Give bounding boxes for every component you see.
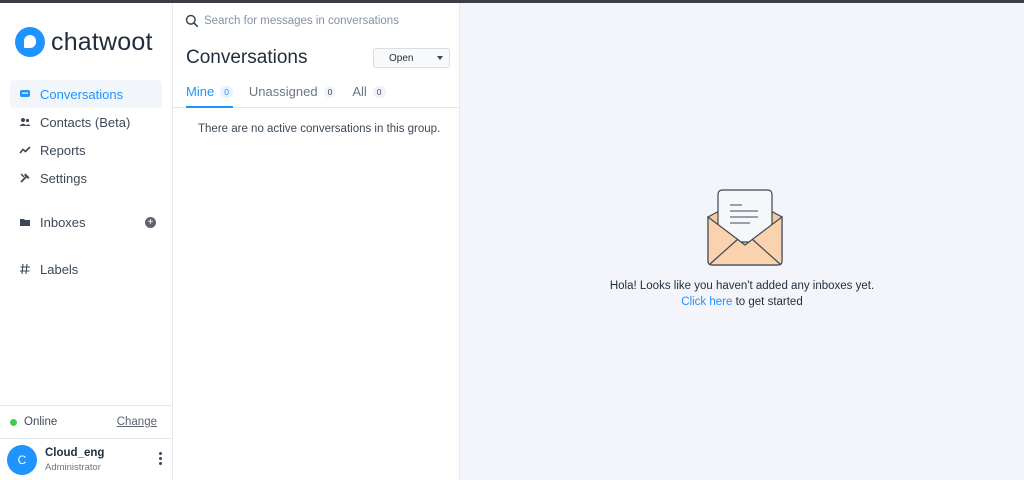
- conversation-list-panel: Conversations Open Mine 0 Unassigned 0 A…: [173, 3, 460, 480]
- tab-all[interactable]: All 0: [352, 80, 386, 108]
- more-options-icon[interactable]: [158, 452, 162, 467]
- chat-icon: [18, 87, 32, 101]
- sidebar-item-label: Reports: [40, 142, 86, 158]
- brand-name: chatwoot: [51, 27, 153, 56]
- availability-status: Online Change: [0, 405, 172, 438]
- status-filter-select[interactable]: Open: [373, 48, 450, 68]
- profile-role: Administrator: [45, 461, 101, 473]
- sidebar-item-settings[interactable]: Settings: [10, 164, 162, 192]
- sidebar: chatwoot Conversations Contacts (Beta) R…: [0, 3, 173, 480]
- online-dot-icon: [10, 418, 17, 426]
- sidebar-item-labels[interactable]: Labels: [10, 256, 78, 282]
- search-input[interactable]: [204, 15, 434, 27]
- folder-icon: [18, 215, 32, 229]
- sidebar-item-label: Conversations: [40, 86, 124, 102]
- search-bar[interactable]: [185, 14, 434, 28]
- tab-label: Mine: [186, 84, 215, 99]
- sidebar-item-contacts[interactable]: Contacts (Beta): [10, 108, 162, 136]
- avatar[interactable]: C: [7, 444, 37, 475]
- contacts-icon: [18, 115, 32, 129]
- plus-icon: +: [147, 216, 154, 228]
- sidebar-item-label: Contacts (Beta): [40, 114, 131, 130]
- hash-icon: [18, 262, 32, 276]
- page-title: Conversations: [186, 47, 308, 68]
- sidebar-item-reports[interactable]: Reports: [10, 136, 162, 164]
- chevron-down-icon: [437, 56, 443, 60]
- profile-name: Cloud_eng: [45, 446, 105, 459]
- tab-count-badge: 0: [220, 86, 233, 98]
- sidebar-item-label: Settings: [40, 170, 87, 186]
- status-filter-value: Open: [389, 52, 414, 64]
- chatwoot-logo-icon: [15, 27, 45, 57]
- get-started-link[interactable]: Click here: [681, 296, 732, 308]
- reports-icon: [18, 143, 32, 157]
- cta-suffix: to get started: [732, 296, 803, 308]
- empty-state-message: Hola! Looks like you haven't added any i…: [609, 280, 875, 292]
- conversation-tabs: Mine 0 Unassigned 0 All 0: [173, 80, 459, 108]
- sidebar-item-inboxes[interactable]: Inboxes +: [10, 209, 162, 235]
- empty-state-cta: Click here to get started: [460, 294, 1024, 310]
- empty-conversations-message: There are no active conversations in thi…: [198, 123, 441, 135]
- change-status-link[interactable]: Change: [117, 416, 157, 428]
- empty-state-text: Hola! Looks like you haven't added any i…: [460, 278, 1024, 310]
- tab-label: Unassigned: [248, 84, 318, 99]
- profile-card[interactable]: C Cloud_eng Administrator: [0, 438, 172, 480]
- logo[interactable]: chatwoot: [15, 27, 153, 57]
- settings-icon: [18, 171, 32, 185]
- search-icon: [185, 14, 199, 28]
- tab-count-badge: 0: [323, 86, 337, 98]
- sidebar-item-conversations[interactable]: Conversations: [10, 80, 162, 108]
- main-content: Hola! Looks like you haven't added any i…: [460, 3, 1024, 480]
- envelope-illustration-icon: [707, 189, 783, 266]
- add-inbox-button[interactable]: +: [145, 216, 156, 228]
- tab-label: All: [352, 84, 367, 99]
- primary-nav: Conversations Contacts (Beta) Reports Se…: [10, 80, 162, 192]
- labels-label: Labels: [40, 261, 79, 277]
- tab-count-badge: 0: [372, 86, 386, 98]
- tab-mine[interactable]: Mine 0: [186, 80, 233, 108]
- tab-unassigned[interactable]: Unassigned 0: [248, 80, 337, 108]
- inboxes-label: Inboxes: [40, 214, 86, 230]
- status-text: Online: [24, 416, 58, 428]
